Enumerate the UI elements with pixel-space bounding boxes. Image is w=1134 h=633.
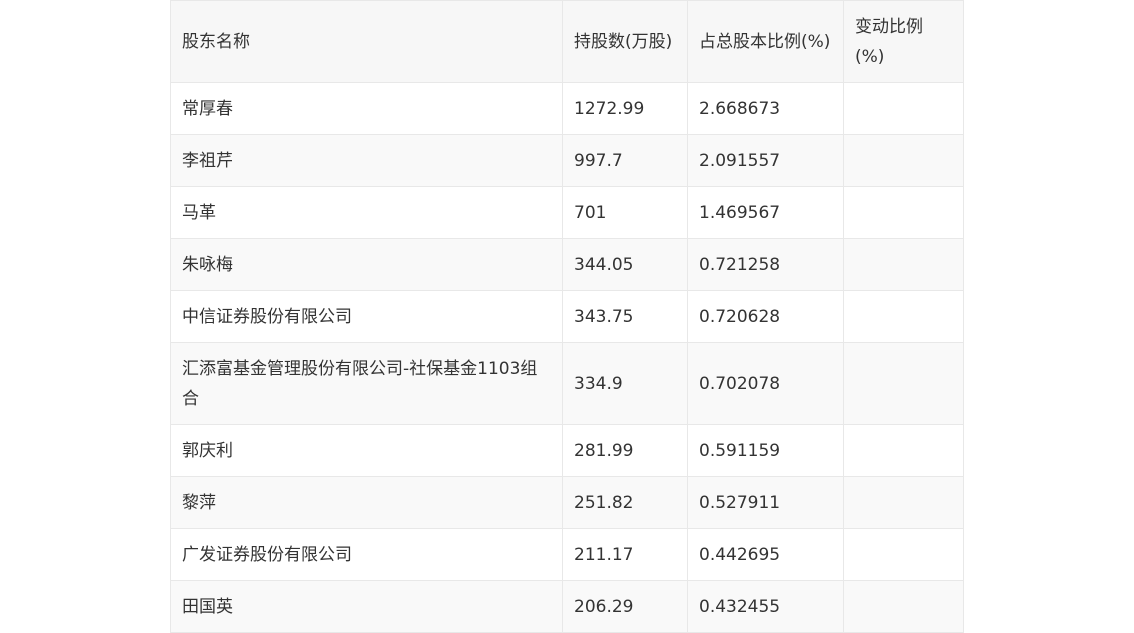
cell-name: 广发证券股份有限公司	[170, 528, 563, 581]
cell-ratio: 0.721258	[687, 238, 844, 291]
cell-name: 黎萍	[170, 476, 563, 529]
table-row: 李祖芹 997.7 2.091557	[170, 134, 964, 187]
table-row: 朱咏梅 344.05 0.721258	[170, 238, 964, 291]
cell-ratio: 0.720628	[687, 290, 844, 343]
cell-ratio: 0.432455	[687, 580, 844, 633]
table-row: 田国英 206.29 0.432455	[170, 580, 964, 633]
cell-ratio: 0.442695	[687, 528, 844, 581]
cell-name: 郭庆利	[170, 424, 563, 477]
header-share-ratio: 占总股本比例(%)	[687, 0, 844, 83]
cell-ratio: 0.591159	[687, 424, 844, 477]
cell-change	[843, 476, 964, 529]
cell-shares: 334.9	[562, 342, 688, 425]
cell-shares: 701	[562, 186, 688, 239]
header-shareholder-name: 股东名称	[170, 0, 563, 83]
table-row: 郭庆利 281.99 0.591159	[170, 424, 964, 477]
cell-change	[843, 342, 964, 425]
cell-name: 朱咏梅	[170, 238, 563, 291]
cell-ratio: 2.668673	[687, 82, 844, 135]
cell-change	[843, 424, 964, 477]
cell-shares: 281.99	[562, 424, 688, 477]
cell-change	[843, 580, 964, 633]
cell-change	[843, 528, 964, 581]
table-row: 常厚春 1272.99 2.668673	[170, 82, 964, 135]
cell-shares: 997.7	[562, 134, 688, 187]
cell-name: 汇添富基金管理股份有限公司-社保基金1103组合	[170, 342, 563, 425]
cell-change	[843, 134, 964, 187]
cell-name: 马革	[170, 186, 563, 239]
table-row: 黎萍 251.82 0.527911	[170, 476, 964, 529]
cell-shares: 343.75	[562, 290, 688, 343]
header-change-ratio: 变动比例(%)	[843, 0, 964, 83]
cell-change	[843, 186, 964, 239]
cell-shares: 251.82	[562, 476, 688, 529]
table-header-row: 股东名称 持股数(万股) 占总股本比例(%) 变动比例(%)	[170, 0, 964, 83]
cell-change	[843, 82, 964, 135]
cell-change	[843, 290, 964, 343]
cell-shares: 206.29	[562, 580, 688, 633]
header-shares: 持股数(万股)	[562, 0, 688, 83]
cell-change	[843, 238, 964, 291]
shareholder-table-container: 股东名称 持股数(万股) 占总股本比例(%) 变动比例(%) 常厚春 1272.…	[170, 0, 964, 633]
cell-shares: 1272.99	[562, 82, 688, 135]
table-row: 广发证券股份有限公司 211.17 0.442695	[170, 528, 964, 581]
table-row: 汇添富基金管理股份有限公司-社保基金1103组合 334.9 0.702078	[170, 342, 964, 425]
cell-ratio: 2.091557	[687, 134, 844, 187]
cell-name: 李祖芹	[170, 134, 563, 187]
cell-shares: 211.17	[562, 528, 688, 581]
cell-ratio: 0.527911	[687, 476, 844, 529]
cell-name: 常厚春	[170, 82, 563, 135]
table-row: 马革 701 1.469567	[170, 186, 964, 239]
cell-ratio: 0.702078	[687, 342, 844, 425]
shareholder-table: 股东名称 持股数(万股) 占总股本比例(%) 变动比例(%) 常厚春 1272.…	[170, 0, 964, 633]
cell-name: 中信证券股份有限公司	[170, 290, 563, 343]
table-row: 中信证券股份有限公司 343.75 0.720628	[170, 290, 964, 343]
cell-ratio: 1.469567	[687, 186, 844, 239]
cell-name: 田国英	[170, 580, 563, 633]
cell-shares: 344.05	[562, 238, 688, 291]
